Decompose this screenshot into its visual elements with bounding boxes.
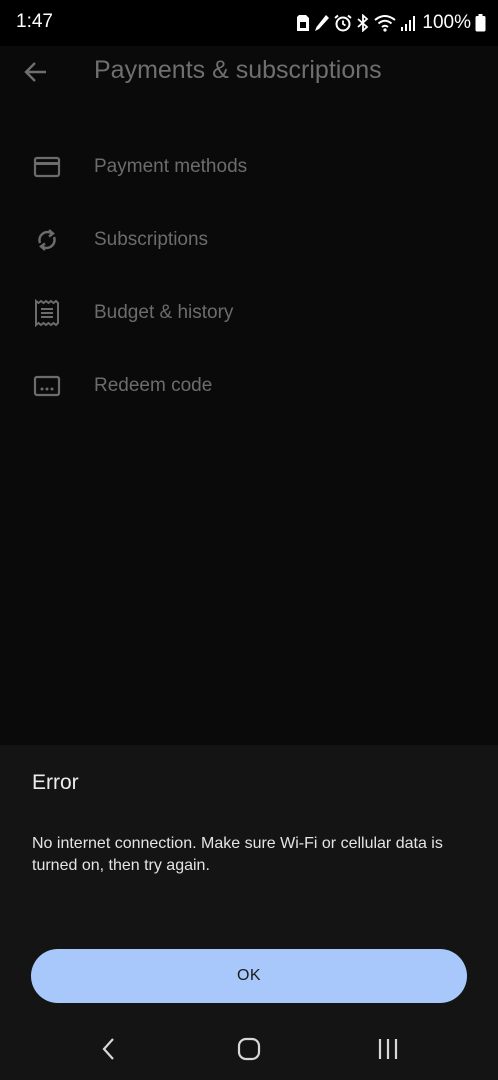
battery-percent: 100% [422,12,471,33]
page-title: Payments & subscriptions [94,56,382,84]
menu-item-label: Redeem code [94,375,213,396]
sync-icon [32,225,62,255]
sim-card-icon [296,14,310,32]
status-time: 1:47 [16,11,53,32]
wifi-icon [374,14,397,32]
signal-icon [400,14,416,32]
payments-page: Payments & subscriptions Payment methods [0,46,498,745]
back-icon[interactable] [94,1034,124,1064]
menu-item-payment-methods[interactable]: Payment methods [0,130,498,203]
pen-icon [314,14,330,32]
redeem-code-icon [32,371,62,401]
menu-item-subscriptions[interactable]: Subscriptions [0,203,498,276]
credit-card-icon [32,152,62,182]
status-icons: 100% [296,9,486,37]
menu-item-redeem-code[interactable]: Redeem code [0,349,498,422]
menu-item-label: Payment methods [94,156,248,177]
system-nav-bar [0,1020,498,1080]
top-app-bar: Payments & subscriptions [0,46,498,98]
recents-icon[interactable] [373,1034,403,1064]
menu-list: Payment methods Subscriptions Budget & h… [0,130,498,422]
menu-item-label: Budget & history [94,302,234,323]
menu-item-budget-history[interactable]: Budget & history [0,276,498,349]
alarm-icon [334,14,353,32]
battery-icon [475,14,486,32]
ok-button[interactable]: OK [31,949,467,1003]
home-icon[interactable] [234,1034,264,1064]
arrow-back-icon[interactable] [22,58,50,86]
receipt-icon [32,298,62,328]
bluetooth-icon [356,14,370,32]
menu-item-label: Subscriptions [94,229,209,250]
status-bar: 1:47 100% [0,0,498,46]
dialog-message: No internet connection. Make sure Wi-Fi … [32,835,443,874]
dialog-title: Error [32,771,79,794]
